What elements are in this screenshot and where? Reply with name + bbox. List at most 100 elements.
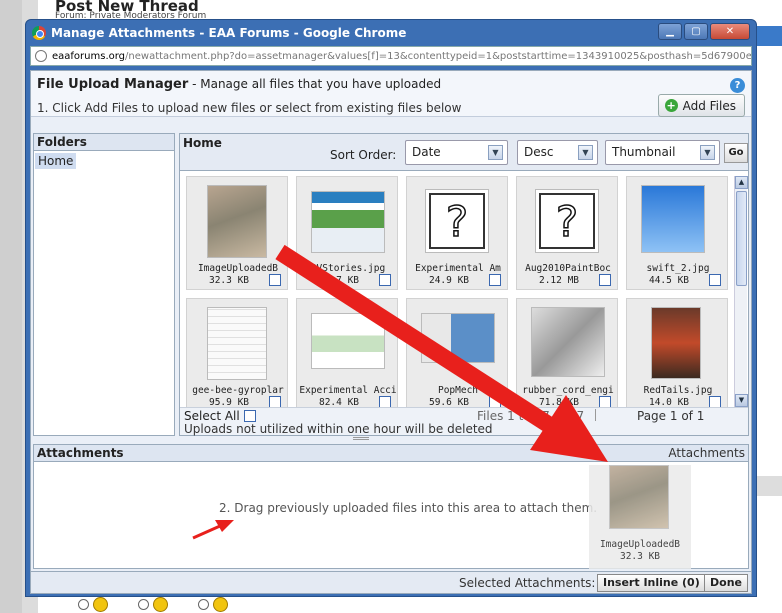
radio-button[interactable] — [198, 599, 209, 610]
upload-manager-header: File Upload Manager - Manage all files t… — [31, 71, 751, 117]
address-bar[interactable]: eaaforums.org/newattachment.php?do=asset… — [30, 46, 752, 66]
done-button[interactable]: Done — [704, 574, 748, 592]
file-name: gee-bee-gyroplar — [192, 385, 284, 396]
attachments-footer: Selected Attachments: Insert Inline (0) … — [31, 571, 751, 593]
attachments-right-label: Attachments — [668, 446, 745, 460]
file-size: 24.9 KB — [428, 275, 470, 286]
uploads-note: Uploads not utilized within one hour wil… — [184, 422, 493, 436]
sort-order-label: Sort Order: — [330, 148, 397, 162]
file-thumbnail: ? — [425, 189, 489, 253]
file-tile[interactable]: ? Aug2010PaintBoc 2.12 MB — [516, 176, 618, 290]
insert-inline-button[interactable]: Insert Inline (0) — [597, 574, 706, 592]
plus-icon: + — [664, 99, 678, 112]
chevron-down-icon: ▼ — [578, 145, 593, 160]
file-name: RVStories.jpg — [310, 263, 386, 274]
file-tile[interactable]: ImageUploadedB 32.3 KB — [186, 176, 288, 290]
file-thumbnail — [641, 185, 705, 253]
file-browser: Home Sort Order: Date ▼ Desc ▼ Thumbnail… — [179, 133, 749, 436]
dragged-file-name: ImageUploadedB — [599, 539, 681, 550]
view-mode-select[interactable]: Thumbnail ▼ — [605, 140, 720, 165]
file-select-checkbox[interactable] — [489, 274, 501, 286]
file-size: 95.9 KB — [208, 397, 250, 407]
file-browser-footer: Select All Files 1 to 17 of 17 Page 1 of… — [180, 407, 748, 436]
select-all-label: Select All — [184, 409, 240, 423]
file-tile[interactable]: RedTails.jpg 14.0 KB — [626, 298, 728, 407]
divider — [595, 409, 596, 421]
folder-item-home[interactable]: Home — [35, 153, 77, 169]
close-button[interactable]: ✕ — [710, 23, 750, 40]
sort-field-value: Date — [412, 145, 441, 159]
file-thumbnail: ? — [535, 189, 599, 253]
file-thumbnail — [609, 465, 669, 529]
dragged-file-tile[interactable]: ImageUploadedB 32.3 KB — [589, 465, 691, 569]
file-select-checkbox[interactable] — [599, 396, 611, 407]
go-button[interactable]: Go — [724, 143, 748, 163]
file-thumbnail — [207, 185, 267, 258]
file-thumbnail — [207, 307, 267, 380]
sort-direction-select[interactable]: Desc ▼ — [517, 140, 598, 165]
unknown-file-icon: ? — [429, 193, 485, 249]
manage-attachments-window: Manage Attachments - EAA Forums - Google… — [25, 19, 757, 597]
add-files-label: Add Files — [682, 98, 736, 113]
file-size: 44.5 KB — [648, 275, 690, 286]
url-path: /newattachment.php?do=assetmanager&value… — [125, 50, 752, 62]
file-select-checkbox[interactable] — [709, 274, 721, 286]
add-files-button[interactable]: + Add Files — [657, 94, 745, 117]
sort-direction-value: Desc — [524, 145, 554, 159]
radio-button[interactable] — [138, 599, 149, 610]
file-select-checkbox[interactable] — [599, 274, 611, 286]
file-size: 2.12 MB — [538, 275, 580, 286]
file-size: 32.3 KB — [208, 275, 250, 286]
help-icon[interactable]: ? — [730, 78, 745, 93]
file-tile[interactable]: RVStories.jpg 54.7 KB — [296, 176, 398, 290]
window-title: Manage Attachments - EAA Forums - Google… — [51, 25, 407, 40]
file-name: rubber_cord_engi — [522, 385, 614, 396]
attachments-dropzone[interactable]: Attachments Attachments 2. Drag previous… — [33, 444, 749, 569]
smiley-option[interactable] — [138, 597, 168, 612]
file-select-checkbox[interactable] — [709, 396, 721, 407]
file-name: PopMech — [437, 385, 479, 396]
breadcrumb: Home — [183, 136, 222, 150]
file-select-checkbox[interactable] — [379, 274, 391, 286]
file-size: 59.6 KB — [428, 397, 470, 407]
chevron-down-icon: ▼ — [488, 145, 503, 160]
select-all[interactable]: Select All — [184, 409, 256, 423]
files-count: Files 1 to 17 of 17 — [477, 409, 585, 423]
page-info: Page 1 of 1 — [637, 409, 705, 423]
folders-panel: Folders Home — [33, 133, 175, 436]
file-select-checkbox[interactable] — [489, 396, 501, 407]
selected-attachments-label: Selected Attachments: — [459, 576, 596, 590]
window-titlebar[interactable]: Manage Attachments - EAA Forums - Google… — [26, 20, 756, 45]
attachments-heading: Attachments Attachments — [34, 445, 748, 462]
smiley-option[interactable] — [198, 597, 228, 612]
chevron-down-icon: ▼ — [700, 145, 715, 160]
file-grid: ImageUploadedB 32.3 KB RVStories.jpg 54.… — [186, 176, 732, 407]
file-tile[interactable]: gee-bee-gyroplar 95.9 KB — [186, 298, 288, 407]
smiley-option[interactable] — [78, 597, 108, 612]
drag-hint: 2. Drag previously uploaded files into t… — [219, 501, 598, 515]
maximize-button[interactable]: ▢ — [684, 23, 708, 40]
scroll-down-icon[interactable]: ▼ — [735, 394, 748, 407]
scrollbar-thumb[interactable] — [736, 191, 747, 286]
resize-grip[interactable] — [353, 437, 369, 440]
file-tile[interactable]: rubber_cord_engi 71.8 KB — [516, 298, 618, 407]
scroll-up-icon[interactable]: ▲ — [735, 176, 748, 189]
file-tile[interactable]: PopMech 59.6 KB — [406, 298, 508, 407]
window-controls: ▁ ▢ ✕ — [658, 23, 750, 40]
radio-button[interactable] — [78, 599, 89, 610]
file-size: 71.8 KB — [538, 397, 580, 407]
folders-heading: Folders — [34, 134, 174, 151]
upload-manager-title: File Upload Manager — [37, 77, 189, 92]
file-thumbnail — [311, 313, 385, 369]
file-select-checkbox[interactable] — [269, 396, 281, 407]
file-tile[interactable]: ? Experimental Am 24.9 KB — [406, 176, 508, 290]
file-name: Experimental Am — [415, 263, 501, 274]
file-tile[interactable]: Experimental Acci 82.4 KB — [296, 298, 398, 407]
minimize-button[interactable]: ▁ — [658, 23, 682, 40]
select-all-checkbox[interactable] — [243, 410, 256, 422]
file-select-checkbox[interactable] — [269, 274, 281, 286]
sort-field-select[interactable]: Date ▼ — [405, 140, 508, 165]
file-select-checkbox[interactable] — [379, 396, 391, 407]
file-tile[interactable]: swift_2.jpg 44.5 KB — [626, 176, 728, 290]
file-grid-scrollbar[interactable]: ▲ ▼ — [734, 176, 748, 407]
